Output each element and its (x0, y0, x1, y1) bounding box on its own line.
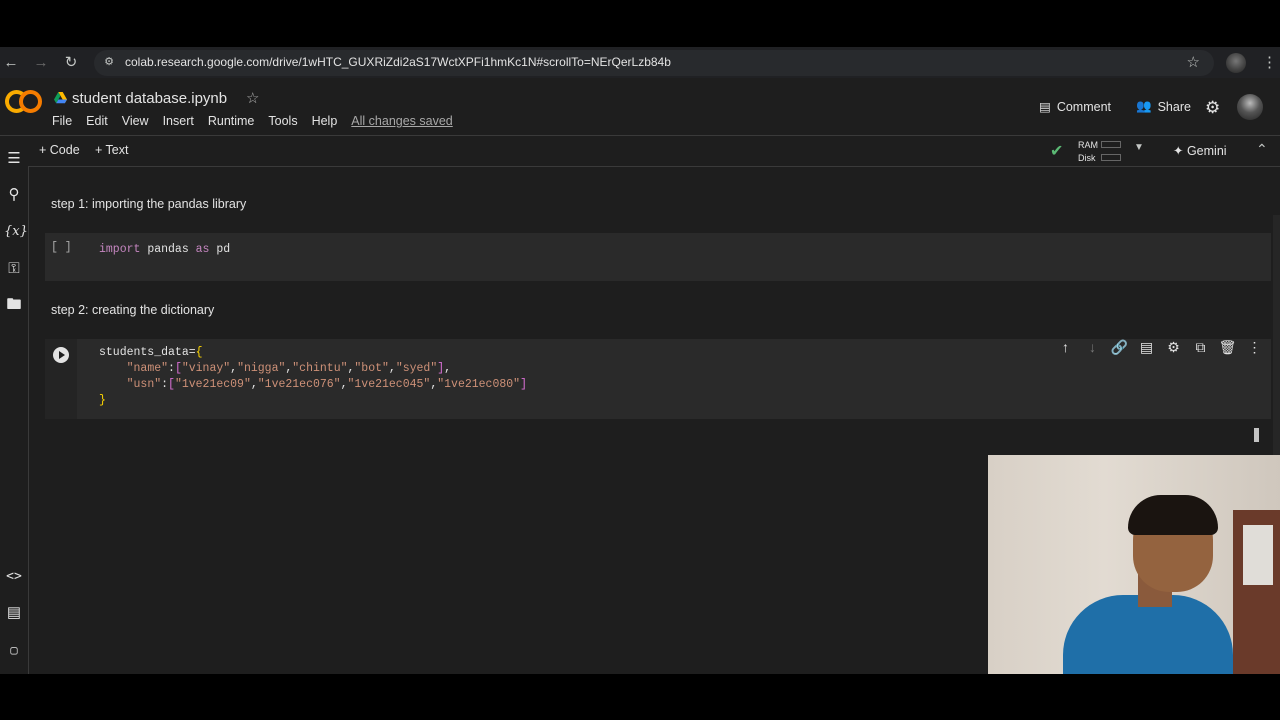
left-sidebar: ☰ ⚲ {x} ⚿ 🖿 <> ▤ ▢ (0, 136, 29, 674)
variables-icon[interactable]: {x} (4, 222, 28, 242)
connected-check-icon[interactable]: ✔ (1050, 141, 1063, 161)
colab-logo-icon[interactable] (5, 88, 42, 113)
move-up-icon[interactable]: ↑ (1052, 333, 1079, 361)
execution-count: [ ] (51, 241, 72, 254)
browser-menu-icon[interactable]: ⋮ (1262, 53, 1277, 71)
back-icon[interactable]: ← (1, 53, 21, 73)
terminal-icon[interactable]: ▢ (4, 640, 24, 660)
menu-view[interactable]: View (122, 114, 149, 128)
disk-label: Disk (1078, 153, 1096, 163)
google-drive-icon (54, 92, 67, 104)
notebook-toolbar: + Code + Text ✔ RAM Disk ▼ ✦ Gemini ⌃ (28, 136, 1280, 167)
save-status-link[interactable]: All changes saved (351, 114, 452, 128)
cell-gutter (45, 339, 77, 419)
account-avatar[interactable] (1237, 94, 1263, 120)
secrets-key-icon[interactable]: ⚿ (4, 259, 24, 279)
text-cell-step2[interactable]: step 2: creating the dictionary (51, 303, 214, 317)
code-editor[interactable]: students_data={ "name":["vinay","nigga",… (99, 345, 527, 409)
comment-cell-icon[interactable]: ▤ (1133, 333, 1160, 361)
add-text-button[interactable]: + Text (95, 143, 128, 157)
bookmark-star-icon[interactable]: ☆ (1187, 54, 1200, 72)
add-code-label: Code (49, 143, 80, 157)
settings-gear-icon[interactable]: ⚙ (1205, 98, 1220, 118)
more-options-icon[interactable]: ⋮ (1241, 333, 1268, 361)
forward-icon[interactable]: → (31, 53, 51, 73)
star-icon[interactable]: ☆ (246, 89, 259, 107)
delete-cell-icon[interactable]: 🗑 (1214, 333, 1241, 361)
add-text-label: Text (105, 143, 129, 157)
files-folder-icon[interactable]: 🖿 (4, 295, 24, 315)
code-line[interactable]: import pandas as pd (99, 242, 230, 258)
search-icon[interactable]: ⚲ (4, 185, 24, 205)
resource-monitor[interactable]: RAM Disk (1078, 139, 1098, 165)
browser-toolbar: ← → ↻ ⚙ colab.research.google.com/drive/… (0, 47, 1280, 78)
cell-settings-icon[interactable]: ⚙ (1160, 333, 1187, 361)
colab-header: student database.ipynb ☆ File Edit View … (0, 78, 1280, 136)
menu-file[interactable]: File (52, 114, 72, 128)
comment-icon: ▤ (1039, 100, 1051, 114)
table-of-contents-icon[interactable]: ☰ (4, 149, 24, 169)
menu-edit[interactable]: Edit (86, 114, 108, 128)
menu-runtime[interactable]: Runtime (208, 114, 255, 128)
browser-profile-avatar[interactable] (1226, 53, 1246, 73)
comment-label: Comment (1056, 99, 1111, 114)
person-hair (1128, 495, 1218, 535)
share-people-icon: 👥 (1136, 99, 1152, 113)
text-cell-step1[interactable]: step 1: importing the pandas library (51, 197, 246, 211)
menu-help[interactable]: Help (312, 114, 338, 128)
cell-toolbar: ↑ ↓ 🔗 ▤ ⚙ ⧉ 🗑 ⋮ (1052, 333, 1268, 361)
background-window (1243, 525, 1273, 585)
move-down-icon[interactable]: ↓ (1079, 333, 1106, 361)
code-snippets-icon[interactable]: <> (4, 567, 24, 587)
url-text[interactable]: colab.research.google.com/drive/1wHTC_GU… (125, 55, 671, 69)
address-bar[interactable]: ⚙ colab.research.google.com/drive/1wHTC_… (94, 50, 1214, 76)
run-cell-button[interactable] (53, 347, 69, 363)
site-info-icon[interactable]: ⚙ (102, 55, 116, 69)
menu-bar: File Edit View Insert Runtime Tools Help… (52, 114, 467, 128)
collapse-header-icon[interactable]: ⌃ (1256, 141, 1268, 158)
gemini-button[interactable]: ✦ Gemini (1173, 143, 1227, 158)
add-code-button[interactable]: + Code (39, 143, 80, 157)
menu-tools[interactable]: Tools (268, 114, 297, 128)
share-button[interactable]: 👥 Share (1136, 99, 1191, 114)
link-icon[interactable]: 🔗 (1106, 333, 1133, 361)
share-label: Share (1157, 99, 1191, 114)
command-palette-icon[interactable]: ▤ (4, 603, 24, 623)
ram-usage-bar (1101, 141, 1121, 148)
comment-button[interactable]: ▤ Comment (1039, 99, 1111, 115)
code-cell-import[interactable]: [ ] import pandas as pd (45, 233, 1271, 281)
disk-usage-bar (1101, 154, 1121, 161)
gemini-label: Gemini (1186, 144, 1227, 158)
notebook-title[interactable]: student database.ipynb (72, 90, 227, 107)
screen: ← → ↻ ⚙ colab.research.google.com/drive/… (0, 47, 1280, 674)
webcam-overlay (988, 455, 1280, 674)
ram-label: RAM (1078, 140, 1098, 150)
editor-scroll-thumb[interactable] (1254, 428, 1259, 442)
reload-icon[interactable]: ↻ (61, 53, 81, 73)
menu-insert[interactable]: Insert (163, 114, 194, 128)
mirror-cell-icon[interactable]: ⧉ (1187, 333, 1214, 361)
runtime-dropdown-icon[interactable]: ▼ (1134, 142, 1144, 153)
